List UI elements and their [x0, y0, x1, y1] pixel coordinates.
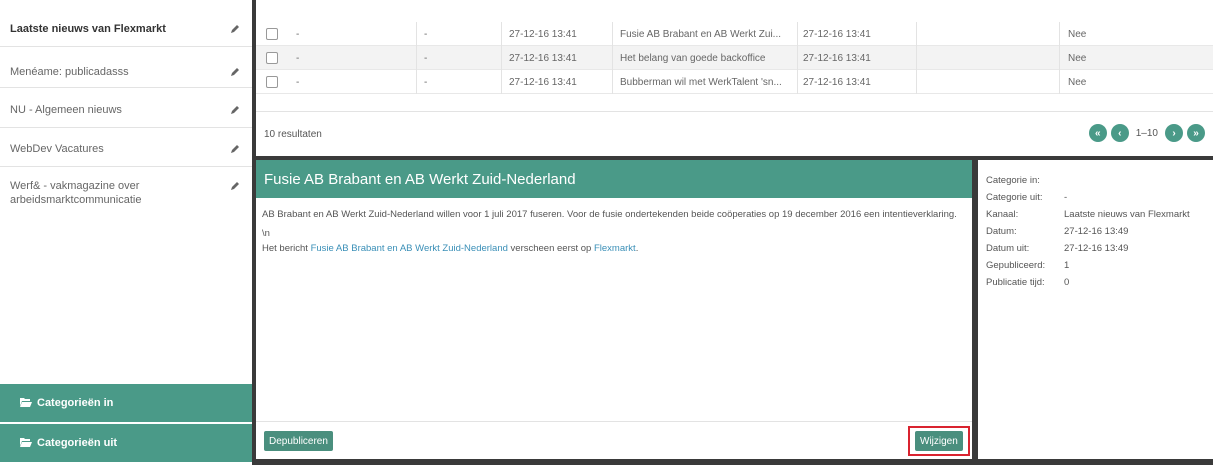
pencil-icon[interactable]: [228, 103, 242, 117]
last-page-button[interactable]: »: [1187, 124, 1205, 142]
sidebar-item-meneame[interactable]: Menéame: publicadasss: [0, 48, 252, 88]
cell-published: Nee: [1068, 76, 1087, 88]
table-row[interactable]: - - 27-12-16 13:41 Bubberman wil met Wer…: [256, 70, 1213, 94]
table-row[interactable]: - - 27-12-16 13:41 Fusie AB Brabant en A…: [256, 22, 1213, 46]
meta-value: 0: [1064, 277, 1070, 288]
meta-key: Categorie in:: [986, 175, 1040, 186]
results-count: 10 resultaten: [264, 128, 322, 140]
next-page-button[interactable]: ›: [1165, 124, 1183, 142]
cell-date: 27-12-16 13:41: [509, 28, 577, 40]
cell-title: Fusie AB Brabant en AB Werkt Zui...: [620, 28, 782, 40]
meta-panel: Categorie in: Categorie uit: - Kanaal: Laa…: [978, 160, 1213, 459]
cell-category-out: -: [424, 52, 428, 64]
meta-key: Datum:: [986, 226, 1017, 237]
sidebar-item-webdev[interactable]: WebDev Vacatures: [0, 128, 252, 167]
post-escape: \n: [262, 228, 270, 239]
first-page-button[interactable]: «: [1088, 124, 1107, 142]
cell-category-out: -: [424, 28, 428, 40]
prev-page-button[interactable]: ‹: [1110, 124, 1129, 142]
row-checkbox[interactable]: [266, 52, 278, 64]
meta-row: Datum: 27-12-16 13:49: [986, 224, 1205, 239]
cell-category-out: -: [424, 76, 428, 88]
cell-date-out: 27-12-16 13:41: [803, 76, 871, 88]
meta-row: Kanaal: Laatste nieuws van Flexmarkt: [986, 207, 1205, 222]
meta-row: Categorie uit: -: [986, 190, 1205, 205]
page-range: 1–10: [1135, 127, 1158, 139]
sidebar-item-label: Laatste nieuws van Flexmarkt: [10, 23, 166, 35]
depublish-button[interactable]: Depubliceren: [264, 431, 333, 451]
source-end: .: [635, 243, 639, 254]
post-link[interactable]: Fusie AB Brabant en AB Werkt Zuid-Nederl…: [311, 243, 508, 254]
meta-key: Datum uit:: [986, 243, 1030, 254]
post-body: AB Brabant en AB Werkt Zuid-Nederland wi…: [256, 198, 972, 265]
sidebar-item-label: Werf& - vakmagazine over arbeidsmarktcom…: [10, 180, 142, 206]
site-link[interactable]: Flexmarkt: [594, 243, 636, 254]
posts-table: - - 27-12-16 13:41 Fusie AB Brabant en A…: [256, 0, 1213, 156]
post-title: Fusie AB Brabant en AB Werkt Zuid-Nederl…: [256, 160, 972, 198]
meta-key: Kanaal:: [986, 209, 1019, 220]
highlight-box: [908, 426, 970, 456]
meta-row: Categorie in:: [986, 173, 1205, 188]
cell-title: Het belang van goede backoffice: [620, 52, 766, 64]
cell-title: Bubberman wil met WerkTalent 'sn...: [620, 76, 782, 88]
categories-in-label: Categorieën in: [37, 397, 114, 409]
source-mid: verscheen eerst op: [507, 243, 594, 254]
meta-key: Categorie uit:: [986, 192, 1043, 203]
sidebar-item-label: WebDev Vacatures: [10, 143, 104, 155]
folder-open-icon: [20, 397, 32, 410]
meta-key: Gepubliceerd:: [986, 260, 1046, 271]
table-row[interactable]: - - 27-12-16 13:41 Het belang van goede …: [256, 46, 1213, 70]
cell-category: -: [296, 76, 300, 88]
cell-published: Nee: [1068, 28, 1087, 40]
cell-published: Nee: [1068, 52, 1087, 64]
categories-out-button[interactable]: Categorieën uit: [0, 424, 252, 462]
sidebar-item-flexmarkt[interactable]: Laatste nieuws van Flexmarkt: [0, 0, 252, 47]
post-source-line: Het bericht Fusie AB Brabant en AB Werkt…: [262, 241, 966, 256]
sidebar-item-label: NU - Algemeen nieuws: [10, 104, 122, 116]
categories-out-label: Categorieën uit: [37, 437, 118, 449]
cell-category: -: [296, 52, 300, 64]
detail-footer: Depubliceren Wijzigen: [256, 421, 972, 459]
post-detail-panel: Fusie AB Brabant en AB Werkt Zuid-Nederl…: [256, 160, 972, 459]
pencil-icon[interactable]: [228, 22, 242, 36]
cell-date-out: 27-12-16 13:41: [803, 28, 871, 40]
meta-row: Publicatie tijd: 0: [986, 275, 1205, 290]
meta-value: Laatste nieuws van Flexmarkt: [1064, 209, 1190, 220]
sidebar-item-werf[interactable]: Werf& - vakmagazine over arbeidsmarktcom…: [0, 167, 252, 213]
sidebar-item-label: Menéame: publicadasss: [10, 66, 129, 78]
pagination: « ‹ 1–10 › »: [1088, 124, 1205, 142]
pencil-icon[interactable]: [228, 142, 242, 156]
categories-in-button[interactable]: Categorieën in: [0, 384, 252, 422]
meta-value: 1: [1064, 260, 1070, 271]
row-checkbox[interactable]: [266, 76, 278, 88]
sidebar: Laatste nieuws van Flexmarkt Menéame: pu…: [0, 0, 252, 465]
source-prefix: Het bericht: [262, 243, 311, 254]
cell-category: -: [296, 28, 300, 40]
meta-value: [1064, 173, 1205, 188]
meta-key: Publicatie tijd:: [986, 277, 1045, 288]
pencil-icon[interactable]: [228, 179, 242, 193]
folder-open-icon: [20, 437, 32, 450]
sidebar-item-nu[interactable]: NU - Algemeen nieuws: [0, 88, 252, 128]
cell-date: 27-12-16 13:41: [509, 52, 577, 64]
pencil-icon[interactable]: [228, 65, 242, 79]
meta-row: Gepubliceerd: 1: [986, 258, 1205, 273]
meta-value: 27-12-16 13:49: [1064, 226, 1129, 237]
cell-date-out: 27-12-16 13:41: [803, 52, 871, 64]
cell-date: 27-12-16 13:41: [509, 76, 577, 88]
meta-row: Datum uit: 27-12-16 13:49: [986, 241, 1205, 256]
row-checkbox[interactable]: [266, 28, 278, 40]
post-body-text: AB Brabant en AB Werkt Zuid-Nederland wi…: [262, 209, 957, 220]
meta-value: -: [1064, 192, 1068, 203]
meta-value: 27-12-16 13:49: [1064, 243, 1129, 254]
table-row-partial: [256, 94, 1213, 112]
